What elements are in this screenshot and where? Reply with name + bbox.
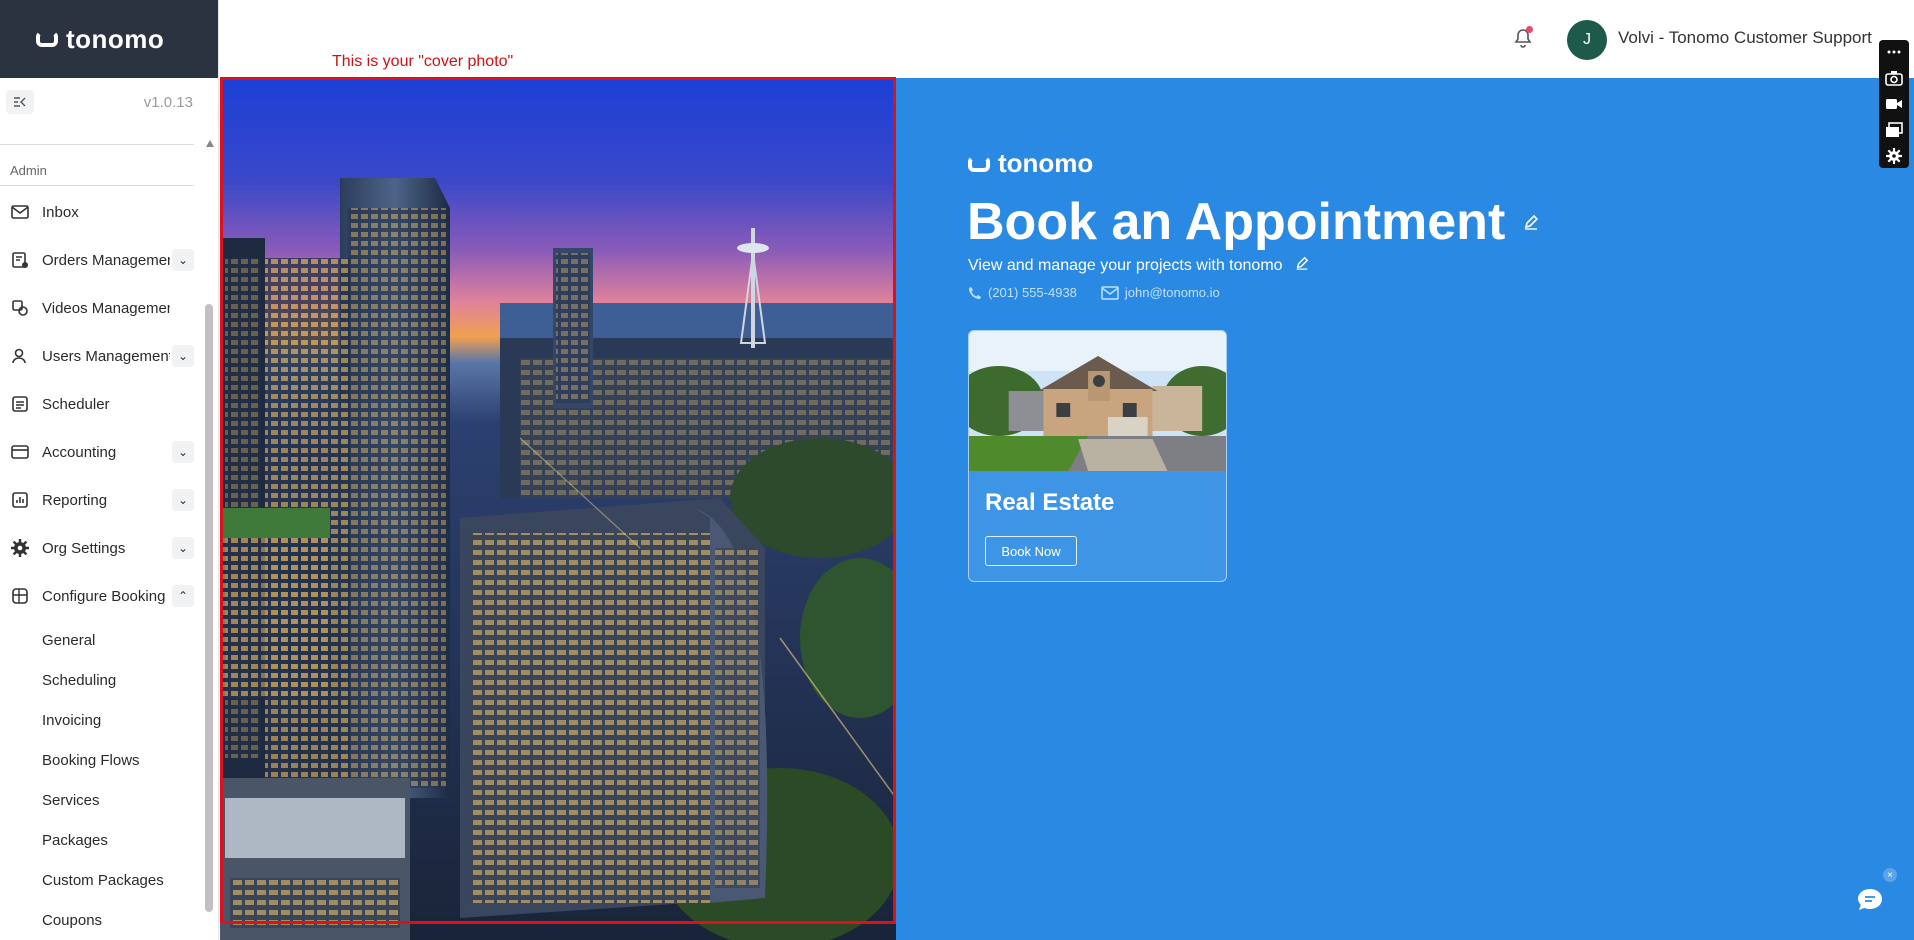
sidebar-item-orders-management[interactable]: Orders Management ⌄ [0, 236, 196, 284]
chat-support-icon[interactable] [1855, 885, 1885, 915]
inbox-icon [10, 202, 30, 222]
booking-logo: tonomo [968, 148, 1093, 179]
sidebar-item-reporting[interactable]: Reporting ⌄ [0, 476, 196, 524]
gear-icon [10, 538, 30, 558]
scheduler-icon [10, 394, 30, 414]
sidebar-item-label: Org Settings [42, 539, 126, 557]
brand-logo[interactable]: tonomo [0, 0, 218, 78]
sidebar-item-label: Scheduler [42, 395, 110, 413]
booking-title-text: Book an Appointment [967, 193, 1506, 251]
sidebar-item-label: Reporting [42, 491, 108, 509]
chevron-down-icon[interactable]: ⌄ [172, 249, 194, 271]
scroll-up-arrow-icon[interactable] [206, 140, 214, 147]
notifications-button[interactable] [1514, 26, 1534, 50]
chevron-up-icon[interactable]: ⌃ [172, 585, 194, 607]
book-now-button[interactable]: Book Now [985, 536, 1077, 566]
contact-phone: (201) 555-4938 [968, 285, 1077, 300]
report-icon [10, 490, 30, 510]
users-icon [10, 346, 30, 366]
sidebar-item-org-settings[interactable]: Org Settings ⌄ [0, 524, 196, 572]
tonomo-logo-icon [36, 31, 58, 47]
booking-subtitle-text: View and manage your projects with tonom… [968, 256, 1283, 274]
sidebar-subitem-scheduling[interactable]: Scheduling [0, 660, 218, 700]
city-skyline-image [220, 78, 896, 940]
chevron-down-icon[interactable]: ⌄ [172, 489, 194, 511]
booking-subtitle: View and manage your projects with tonom… [968, 256, 1309, 275]
sidebar-item-label: Users Management [42, 347, 170, 365]
wallet-icon [10, 442, 30, 462]
sidebar-toolbar: v1.0.13 [0, 78, 218, 126]
cover-photo-annotation: This is your "cover photo" [332, 53, 514, 70]
mail-icon [1101, 285, 1119, 300]
camera-icon[interactable] [1885, 70, 1903, 86]
sidebar-item-videos-management[interactable]: Videos Management [0, 284, 196, 332]
sidebar-scrollbar[interactable] [205, 138, 214, 940]
tonomo-logo-icon [968, 155, 990, 172]
notification-dot [1526, 26, 1533, 33]
close-chat-icon[interactable]: × [1883, 868, 1897, 882]
sidebar-nav: Inbox Orders Management ⌄ Videos Managem… [0, 186, 218, 940]
sidebar-item-users-management[interactable]: Users Management ⌄ [0, 332, 196, 380]
video-camera-icon[interactable] [1885, 96, 1903, 112]
app-version: v1.0.13 [143, 93, 193, 111]
service-card-title: Real Estate [985, 489, 1115, 516]
more-options-icon[interactable] [1885, 44, 1903, 60]
sidebar-subitem-booking-flows[interactable]: Booking Flows [0, 740, 218, 780]
chevron-down-icon[interactable]: ⌄ [172, 345, 194, 367]
phone-number: (201) 555-4938 [988, 285, 1077, 300]
sidebar-subitem-services[interactable]: Services [0, 780, 218, 820]
sidebar-item-label: Videos Management [42, 299, 170, 317]
brand-name: tonomo [66, 23, 165, 54]
sidebar-item-inbox[interactable]: Inbox [0, 188, 196, 236]
sidebar-item-label: Inbox [42, 203, 79, 221]
orders-icon [10, 250, 30, 270]
screens-icon[interactable] [1885, 122, 1903, 138]
sidebar-subitem-coupons[interactable]: Coupons [0, 900, 218, 940]
sidebar-item-label: Orders Management [42, 251, 170, 269]
sidebar-subitem-custom-packages[interactable]: Custom Packages [0, 860, 218, 900]
sidebar-item-accounting[interactable]: Accounting ⌄ [0, 428, 196, 476]
recording-toolbar [1879, 40, 1909, 168]
avatar[interactable]: J [1567, 20, 1607, 60]
scrollbar-thumb[interactable] [205, 304, 213, 912]
sidebar-subitem-general[interactable]: General [0, 620, 218, 660]
sidebar-item-scheduler[interactable]: Scheduler [0, 380, 196, 428]
house-image [969, 331, 1226, 471]
booking-logo-text: tonomo [998, 148, 1094, 178]
cover-photo [220, 78, 896, 940]
contact-info: (201) 555-4938 john@tonomo.io [968, 285, 1220, 300]
contact-email: john@tonomo.io [1101, 285, 1220, 300]
collapse-sidebar-button[interactable] [6, 90, 34, 114]
sidebar-subitem-invoicing[interactable]: Invoicing [0, 700, 218, 740]
sidebar-item-configure-booking[interactable]: Configure Booking ⌃ [0, 572, 196, 620]
chevron-down-icon[interactable]: ⌄ [172, 441, 194, 463]
service-card-real-estate[interactable]: Real Estate Book Now [968, 330, 1227, 582]
section-label-admin: Admin [10, 162, 47, 178]
edit-subtitle-icon[interactable] [1295, 256, 1309, 275]
chevron-down-icon[interactable]: ⌄ [172, 537, 194, 559]
user-name[interactable]: Volvi - Tonomo Customer Support [1618, 28, 1872, 48]
booking-title: Book an Appointment [967, 192, 1539, 252]
video-icon [10, 298, 30, 318]
booking-page-preview: tonomo Book an Appointment View and mana… [896, 78, 1914, 940]
sidebar-subitem-packages[interactable]: Packages [0, 820, 218, 860]
phone-icon [969, 286, 981, 299]
settings-gear-icon[interactable] [1885, 148, 1903, 164]
sidebar: tonomo v1.0.13 Admin Inbox Orders Manage… [0, 0, 219, 940]
edit-title-icon[interactable] [1523, 214, 1539, 230]
sidebar-item-label: Configure Booking [42, 587, 166, 605]
collapse-icon [14, 97, 26, 107]
email-address: john@tonomo.io [1124, 285, 1220, 300]
booking-icon [10, 586, 30, 606]
sidebar-item-label: Accounting [42, 443, 117, 461]
